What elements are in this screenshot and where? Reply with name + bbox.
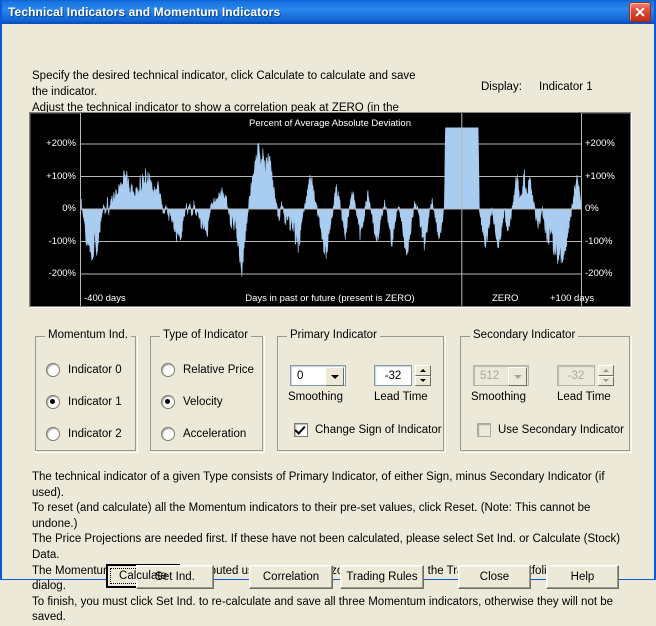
spin-up-icon[interactable]: [598, 365, 614, 376]
footnote-line-2: To reset (and calculate) all the Momentu…: [32, 502, 591, 530]
button-label: Correlation: [262, 571, 320, 583]
spin-up-icon[interactable]: [415, 365, 431, 376]
chart-xtick-zero: ZERO: [492, 293, 519, 304]
radio-label: Velocity: [183, 396, 223, 408]
chart-ytick-left: -200%: [48, 268, 76, 279]
radio-indicator-2[interactable]: Indicator 2: [46, 427, 122, 441]
secondary-lead-time-stepper[interactable]: -32: [557, 365, 614, 386]
title-bar: Technical Indicators and Momentum Indica…: [2, 0, 654, 24]
radio-label: Indicator 0: [68, 364, 122, 376]
spin-down-icon[interactable]: [415, 375, 431, 386]
button-label: Close: [479, 571, 510, 583]
secondary-group-title: Secondary Indicator: [470, 329, 579, 341]
dialog-body: Specify the desired technical indicator,…: [2, 24, 654, 623]
chart-ytick-left: +100%: [46, 170, 76, 182]
chart-inner: +200% +100% 0% -100% -200% +200% +100% 0% -100%…: [30, 113, 630, 306]
momentum-group-title: Momentum Ind.: [45, 329, 131, 341]
spinner-buttons[interactable]: [598, 365, 614, 386]
secondary-lead-time-caption: Lead Time: [557, 391, 611, 403]
radio-acceleration[interactable]: Acceleration: [161, 427, 246, 441]
radio-indicator-1[interactable]: Indicator 1: [46, 395, 122, 409]
radio-velocity[interactable]: Velocity: [161, 395, 223, 409]
close-icon[interactable]: [629, 1, 651, 22]
chart-ytick-left: -100%: [48, 235, 76, 247]
chevron-down-icon[interactable]: [508, 367, 527, 386]
chart-ytick-right: +200%: [585, 138, 615, 149]
primary-group-title: Primary Indicator: [287, 329, 380, 341]
chart-y-axis-right: +200% +100% 0% -100% -200%: [582, 113, 630, 306]
radio-circle: [46, 427, 60, 441]
display-value: Indicator 1: [539, 81, 593, 93]
type-of-indicator-group: Type of Indicator Relative Price Velocit…: [150, 329, 265, 453]
dialog-window: Technical Indicators and Momentum Indica…: [0, 0, 656, 623]
primary-lead-time-value[interactable]: -32: [374, 365, 412, 386]
footnote-line-5: To finish, you must click Set Ind. to re…: [32, 595, 614, 624]
intro-line-1: Specify the desired technical indicator,…: [32, 70, 416, 98]
radio-circle: [46, 363, 60, 377]
primary-lead-time-stepper[interactable]: -32: [374, 365, 431, 386]
secondary-indicator-group: Secondary Indicator 512 Smoothing -32 Le…: [460, 329, 632, 453]
button-label: Help: [570, 571, 595, 583]
checkbox-box: [294, 423, 308, 437]
radio-circle: [161, 427, 175, 441]
use-secondary-checkbox[interactable]: Use Secondary Indicator: [477, 423, 624, 437]
footnote-text: The technical indicator of a given Type …: [32, 470, 637, 626]
radio-circle: [46, 395, 60, 409]
chart-ytick-right: 0%: [585, 203, 599, 214]
correlation-button[interactable]: Correlation: [249, 565, 333, 589]
chart-y-axis-left: +200% +100% 0% -100% -200%: [30, 113, 80, 306]
spin-down-icon[interactable]: [598, 375, 614, 386]
secondary-smoothing-caption: Smoothing: [471, 391, 526, 403]
radio-circle: [161, 395, 175, 409]
help-button[interactable]: Help: [546, 565, 619, 589]
momentum-indicator-group: Momentum Ind. Indicator 0 Indicator 1 In…: [35, 329, 138, 453]
chart-xtick-left: -400 days: [84, 293, 126, 304]
checkbox-label: Use Secondary Indicator: [498, 424, 624, 436]
primary-lead-time-caption: Lead Time: [374, 391, 428, 403]
footnote-line-3: The Price Projections are needed first. …: [32, 533, 621, 561]
chart-series-svg: [80, 113, 582, 306]
display-label: Display:: [481, 81, 522, 93]
chart-plot-area: [80, 113, 582, 306]
chevron-down-icon[interactable]: [325, 367, 344, 386]
chart-ytick-right: -100%: [585, 235, 613, 247]
radio-label: Relative Price: [183, 364, 254, 376]
chart-ytick-right: -200%: [585, 268, 613, 279]
radio-label: Acceleration: [183, 428, 247, 440]
chart-ytick-right: +100%: [585, 170, 615, 182]
secondary-smoothing-combo[interactable]: 512: [473, 365, 529, 386]
footnote-line-1: The technical indicator of a given Type …: [32, 471, 605, 499]
close-button[interactable]: Close: [458, 565, 531, 589]
checkbox-label: Change Sign of Indicator: [315, 424, 442, 436]
window-title: Technical Indicators and Momentum Indica…: [8, 4, 281, 19]
chart-ytick-left: 0%: [62, 203, 76, 214]
checkbox-box: [477, 423, 491, 437]
primary-smoothing-value: 0: [297, 369, 304, 382]
button-label: Set Ind.: [155, 571, 195, 583]
primary-indicator-group: Primary Indicator 0 Smoothing -32 Lead T…: [277, 329, 446, 453]
radio-relative-price[interactable]: Relative Price: [161, 363, 254, 377]
change-sign-checkbox[interactable]: Change Sign of Indicator: [294, 423, 442, 437]
chart-series-area: [80, 127, 582, 277]
chart-xtick-right: +100 days: [550, 293, 595, 304]
primary-smoothing-caption: Smoothing: [288, 391, 343, 403]
radio-indicator-0[interactable]: Indicator 0: [46, 363, 122, 377]
radio-circle: [161, 363, 175, 377]
secondary-lead-time-value[interactable]: -32: [557, 365, 595, 386]
indicator-chart: +200% +100% 0% -100% -200% +200% +100% 0% -100%…: [29, 112, 631, 307]
chart-ytick-left: +200%: [46, 138, 76, 149]
trading-rules-button[interactable]: Trading Rules: [340, 565, 424, 589]
type-group-title: Type of Indicator: [160, 329, 252, 341]
radio-label: Indicator 1: [68, 396, 122, 408]
secondary-smoothing-value: 512: [480, 369, 500, 382]
spinner-buttons[interactable]: [415, 365, 431, 386]
radio-label: Indicator 2: [68, 428, 122, 440]
button-label: Trading Rules: [346, 571, 418, 583]
primary-smoothing-combo[interactable]: 0: [290, 365, 346, 386]
